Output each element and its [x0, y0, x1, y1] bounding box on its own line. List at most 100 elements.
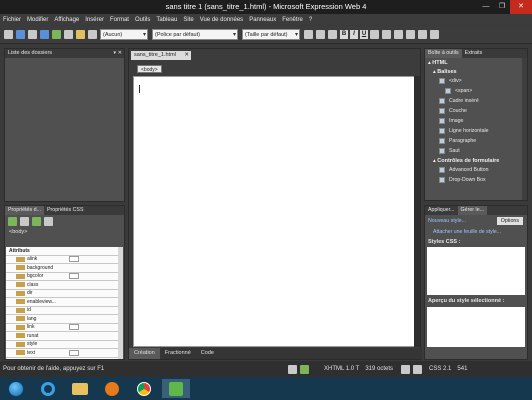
format-icon[interactable]: [328, 30, 337, 39]
minimize-button[interactable]: —: [478, 0, 494, 14]
close-doc-icon[interactable]: ✕: [184, 51, 189, 60]
menu-fenetre[interactable]: Fenêtre: [282, 17, 303, 23]
maximize-button[interactable]: ❐: [494, 0, 510, 14]
doc-tab[interactable]: sans_titre_1.html ✕: [131, 51, 191, 60]
design-canvas[interactable]: [133, 76, 415, 347]
redo-icon[interactable]: [316, 30, 325, 39]
align-center-icon[interactable]: [382, 30, 391, 39]
css-styles-list[interactable]: [427, 247, 525, 295]
menu-tableau[interactable]: Tableau: [156, 17, 177, 23]
paste-icon[interactable]: [88, 30, 97, 39]
toolbox-tag-item[interactable]: Saut: [425, 146, 527, 156]
underline-button[interactable]: U: [360, 30, 368, 39]
toolbox-tag-item[interactable]: Couche: [425, 106, 527, 116]
color-swatch[interactable]: [69, 256, 79, 263]
tab-manage-styles[interactable]: Gérer le...: [457, 206, 488, 215]
tab-toolbox[interactable]: Boîte à outils: [425, 49, 462, 58]
attribute-row[interactable]: id: [6, 306, 119, 315]
tab-code[interactable]: Code: [196, 348, 219, 359]
menu-inserer[interactable]: Insérer: [85, 17, 104, 23]
taskbar-explorer[interactable]: [66, 379, 94, 398]
status-icon-c[interactable]: [401, 364, 411, 374]
toolbox-category-tags[interactable]: ▴ Balises: [425, 67, 527, 76]
taskbar-chrome[interactable]: [130, 379, 158, 398]
toolbox-tag-item[interactable]: <div>: [425, 76, 527, 86]
status-icon-a[interactable]: [288, 364, 297, 374]
font-select[interactable]: (Police par défaut): [152, 29, 238, 41]
italic-button[interactable]: I: [350, 30, 358, 39]
filter-icon[interactable]: [44, 217, 53, 226]
toolbox-tag-item[interactable]: Cadre inséré: [425, 96, 527, 106]
bold-button[interactable]: B: [340, 30, 348, 39]
color-swatch[interactable]: [69, 349, 79, 356]
options-button[interactable]: Options: [496, 217, 523, 225]
attribute-row[interactable]: runat: [6, 332, 119, 341]
attribute-row[interactable]: background: [6, 264, 119, 273]
alphabetical-icon[interactable]: [20, 217, 29, 226]
cut-icon[interactable]: [76, 30, 85, 39]
close-button[interactable]: ✕: [510, 0, 532, 14]
toolbox-root[interactable]: ▴ HTML: [425, 58, 527, 67]
show-set-icon[interactable]: [32, 217, 41, 226]
attribute-row[interactable]: lang: [6, 315, 119, 324]
new-style-link[interactable]: Nouveau style...: [428, 218, 466, 224]
doctype-status[interactable]: XHTML 1.0 T: [324, 366, 359, 372]
undo-icon[interactable]: [304, 30, 313, 39]
taskbar-ie[interactable]: [34, 379, 62, 398]
tab-apply-styles[interactable]: Appliquer...: [425, 206, 458, 215]
taskbar-expression-web[interactable]: [162, 379, 190, 398]
menu-modifier[interactable]: Modifier: [27, 17, 48, 23]
toolbox-tag-item[interactable]: Paragraphe: [425, 136, 527, 146]
status-icon-b[interactable]: [300, 364, 309, 374]
color-swatch[interactable]: [69, 273, 79, 280]
taskbar-media[interactable]: [98, 379, 126, 398]
justify-icon[interactable]: [406, 30, 415, 39]
close-panel-icon[interactable]: ✕: [118, 49, 122, 58]
menu-panneaux[interactable]: Panneaux: [249, 17, 276, 23]
attributes-scrollbar[interactable]: [118, 247, 123, 359]
css-status[interactable]: CSS 2.1: [429, 366, 451, 372]
publish-icon[interactable]: [40, 30, 49, 39]
menu-affichage[interactable]: Affichage: [54, 17, 79, 23]
attribute-row[interactable]: dir: [6, 289, 119, 298]
preview-icon[interactable]: [52, 30, 61, 39]
print-icon[interactable]: [64, 30, 73, 39]
categorized-icon[interactable]: [8, 217, 17, 226]
attribute-row[interactable]: enableview...: [6, 298, 119, 307]
menu-vue-donnees[interactable]: Vue de données: [200, 17, 243, 23]
menu-fichier[interactable]: Fichier: [3, 17, 21, 23]
attribute-row[interactable]: alink: [6, 255, 119, 264]
align-right-icon[interactable]: [394, 30, 403, 39]
start-button[interactable]: [2, 379, 30, 398]
toolbox-form-item[interactable]: Advanced Button: [425, 165, 527, 175]
attribute-row[interactable]: bgcolor: [6, 272, 119, 281]
menu-format[interactable]: Format: [110, 17, 129, 23]
attach-stylesheet-link[interactable]: Attacher une feuille de style...: [425, 227, 527, 237]
size-select[interactable]: (Taille par défaut): [242, 29, 300, 41]
attribute-row[interactable]: link: [6, 323, 119, 332]
toolbox-category-forms[interactable]: ▴ Contrôles de formulaire: [425, 156, 527, 165]
toolbox-scrollbar[interactable]: [522, 58, 527, 200]
align-left-icon[interactable]: [370, 30, 379, 39]
tab-tag-properties[interactable]: Propriétés d...: [5, 206, 44, 215]
menu-outils[interactable]: Outils: [135, 17, 150, 23]
color-swatch[interactable]: [69, 324, 79, 331]
toolbox-form-item[interactable]: Drop-Down Box: [425, 175, 527, 185]
toolbox-tag-item[interactable]: Image: [425, 116, 527, 126]
tab-design[interactable]: Création: [129, 348, 160, 359]
toolbox-tag-item[interactable]: <span>: [425, 86, 527, 96]
menu-help[interactable]: ?: [309, 17, 312, 23]
open-icon[interactable]: [16, 30, 25, 39]
tab-css-properties[interactable]: Propriétés CSS: [44, 206, 87, 215]
editor-scrollbar[interactable]: [414, 76, 420, 347]
attribute-row[interactable]: style: [6, 340, 119, 349]
toolbox-tag-item[interactable]: Ligne horizontale: [425, 126, 527, 136]
new-page-icon[interactable]: [4, 30, 13, 39]
body-tag-selector[interactable]: <body>: [137, 65, 162, 73]
menu-site[interactable]: Site: [183, 17, 193, 23]
style-select[interactable]: (Aucun): [100, 29, 148, 41]
numbered-list-icon[interactable]: [418, 30, 427, 39]
pin-icon[interactable]: ▾: [113, 49, 116, 58]
tab-snippets[interactable]: Extraits: [462, 49, 486, 58]
status-icon-d[interactable]: [413, 364, 423, 374]
